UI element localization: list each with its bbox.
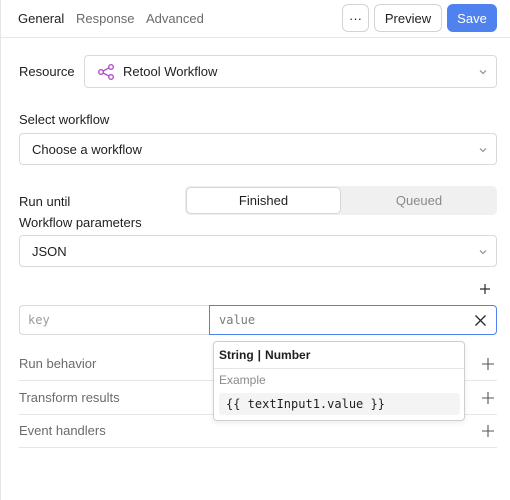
section-title: Event handlers [19, 423, 106, 438]
workflow-select[interactable]: Choose a workflow [19, 133, 497, 165]
section-title: Run behavior [19, 356, 97, 371]
tab-advanced[interactable]: Advanced [146, 11, 204, 26]
resource-select[interactable]: Retool Workflow [84, 55, 497, 88]
parameter-value-input[interactable]: value [209, 305, 497, 335]
resource-value: Retool Workflow [123, 64, 218, 79]
parameters-format-select[interactable]: JSON [19, 235, 497, 267]
workflow-parameters-label: Workflow parameters [19, 215, 142, 230]
expand-plus-icon[interactable] [481, 391, 495, 405]
chevron-down-icon [478, 67, 488, 77]
parameters-format-value: JSON [32, 243, 67, 259]
popover-type-row: String | Number [214, 342, 464, 369]
editor-header: General Response Advanced ··· Preview Sa… [1, 0, 510, 38]
tab-response[interactable]: Response [76, 11, 135, 26]
value-hint-popover: String | Number Example {{ textInput1.va… [213, 341, 465, 421]
add-parameter-plus-icon[interactable] [478, 282, 492, 296]
run-until-label: Run until [19, 194, 71, 209]
parameter-value-placeholder: value [219, 313, 256, 327]
preview-button[interactable]: Preview [374, 4, 442, 32]
popover-example-label: Example [219, 373, 266, 387]
chevron-down-icon [478, 247, 488, 257]
query-editor-panel: General Response Advanced ··· Preview Sa… [0, 0, 510, 500]
more-options-button[interactable]: ··· [342, 4, 369, 32]
tab-general[interactable]: General [18, 11, 64, 26]
popover-type-string: String [219, 348, 254, 362]
workflow-select-placeholder: Choose a workflow [32, 141, 142, 157]
expand-plus-icon[interactable] [481, 424, 495, 438]
parameter-key-input[interactable]: key [19, 305, 210, 335]
run-until-finished-option[interactable]: Finished [186, 187, 341, 214]
expand-plus-icon[interactable] [481, 357, 495, 371]
save-button[interactable]: Save [447, 4, 497, 32]
popover-example-code: {{ textInput1.value }} [219, 393, 460, 415]
popover-type-separator: | [257, 348, 262, 362]
workflow-icon [97, 63, 115, 81]
run-until-queued-option[interactable]: Queued [342, 187, 496, 214]
select-workflow-label: Select workflow [19, 112, 110, 127]
popover-type-number: Number [265, 348, 311, 362]
resource-label: Resource [19, 64, 75, 79]
run-until-toggle: Finished Queued [185, 186, 497, 215]
parameter-key-placeholder: key [28, 313, 50, 327]
close-icon[interactable] [474, 314, 487, 327]
chevron-down-icon [478, 145, 488, 155]
more-icon: ··· [349, 10, 362, 26]
section-title: Transform results [19, 390, 120, 405]
